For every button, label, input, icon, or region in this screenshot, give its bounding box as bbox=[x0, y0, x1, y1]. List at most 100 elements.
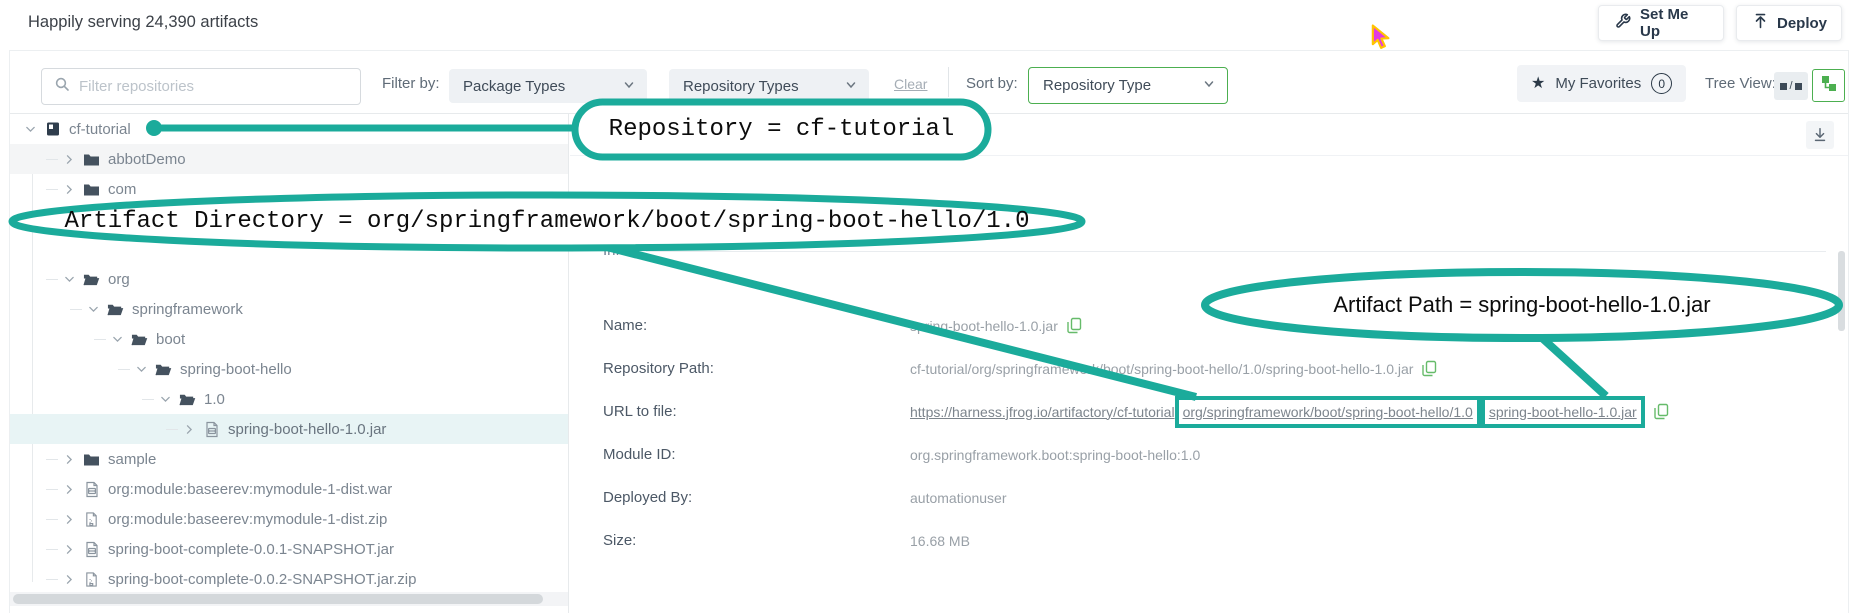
tree-connector bbox=[46, 579, 58, 580]
search-input[interactable] bbox=[79, 78, 348, 95]
repository-types-dropdown[interactable]: Repository Types bbox=[669, 69, 869, 103]
tree-item-label: spring-boot-complete-0.0.2-SNAPSHOT.jar.… bbox=[108, 571, 416, 588]
chevron-down-icon[interactable] bbox=[85, 301, 101, 317]
repository-tree-panel: cf-tutorial abbotDemo com org springframewor… bbox=[10, 114, 569, 613]
chevron-right-icon[interactable] bbox=[61, 181, 77, 197]
tree-connector bbox=[94, 339, 106, 340]
info-row-value: 16.68 MB bbox=[910, 533, 970, 549]
tree-connector bbox=[46, 489, 58, 490]
tree-item-spring-boot-complete-0.0.1-SNAPSHOT.jar[interactable]: spring-boot-complete-0.0.1-SNAPSHOT.jar bbox=[10, 534, 568, 564]
tree-item-label: org:module:baseerev:mymodule-1-dist.zip bbox=[108, 511, 387, 528]
chevron-right-icon[interactable] bbox=[61, 451, 77, 467]
info-row-value: automationuser bbox=[910, 490, 1007, 506]
value-text: cf-tutorial/org/springframework/boot/spr… bbox=[910, 361, 1413, 377]
info-row-value[interactable]: https://harness.jfrog.io/artifactory/cf-… bbox=[910, 403, 1669, 420]
tree-item-abbotDemo[interactable]: abbotDemo bbox=[10, 144, 568, 174]
tree-item-spring-boot-hello-1.0.jar[interactable]: spring-boot-hello-1.0.jar bbox=[10, 414, 568, 444]
tree-connector bbox=[46, 519, 58, 520]
tree-item-label: spring-boot-complete-0.0.1-SNAPSHOT.jar bbox=[108, 541, 394, 558]
chevron-right-icon[interactable] bbox=[61, 511, 77, 527]
tree-item-label: abbotDemo bbox=[108, 151, 186, 168]
tree-item-com[interactable]: com bbox=[10, 174, 568, 204]
favorites-count-badge: 0 bbox=[1651, 73, 1672, 94]
info-row: Name:spring-boot-hello-1.0.jar bbox=[570, 304, 1848, 347]
tree-connector bbox=[46, 549, 58, 550]
copy-icon[interactable] bbox=[1067, 317, 1082, 334]
sort-value: Repository Type bbox=[1043, 77, 1151, 94]
chevron-down-icon[interactable] bbox=[22, 121, 38, 137]
chevron-down-icon[interactable] bbox=[157, 391, 173, 407]
sort-dropdown[interactable]: Repository Type bbox=[1028, 67, 1228, 104]
info-row-value: cf-tutorial/org/springframework/boot/spr… bbox=[910, 360, 1437, 377]
repository-types-label: Repository Types bbox=[683, 78, 799, 95]
toolbar-divider bbox=[948, 67, 949, 97]
info-row-label: Name: bbox=[603, 317, 910, 334]
info-vertical-scrollbar[interactable] bbox=[1838, 251, 1845, 331]
folder-open-icon bbox=[107, 301, 124, 318]
tree-view-icon bbox=[1819, 74, 1838, 98]
tree-item-org:module:baseerev:mymodule-1-dist.war[interactable]: org:module:baseerev:mymodule-1-dist.war bbox=[10, 474, 568, 504]
tree-item-spring-boot-complete-0.0.2-SNAPSHOT.jar.zip[interactable]: spring-boot-complete-0.0.2-SNAPSHOT.jar.… bbox=[10, 564, 568, 594]
chevron-right-icon[interactable] bbox=[61, 151, 77, 167]
scrollbar-thumb[interactable] bbox=[13, 594, 543, 604]
chevron-right-icon[interactable] bbox=[61, 571, 77, 587]
chevron-right-icon[interactable] bbox=[61, 481, 77, 497]
package-types-label: Package Types bbox=[463, 78, 565, 95]
tree-item-1.0[interactable]: 1.0 bbox=[10, 384, 568, 414]
chevron-right-icon[interactable] bbox=[181, 421, 197, 437]
clear-filters-link[interactable]: Clear bbox=[894, 76, 927, 92]
sort-by-label: Sort by: bbox=[966, 75, 1018, 92]
tree-horizontal-scrollbar[interactable] bbox=[10, 592, 568, 606]
info-section-rule bbox=[646, 251, 1826, 252]
jar-icon bbox=[83, 541, 100, 558]
filter-toolbar: Filter by: Package Types Repository Type… bbox=[10, 51, 1848, 114]
info-rows: Name:spring-boot-hello-1.0.jarRepository… bbox=[570, 304, 1848, 562]
zip-icon bbox=[83, 511, 100, 528]
copy-icon[interactable] bbox=[1422, 360, 1437, 377]
my-favorites-button[interactable]: ★ My Favorites 0 bbox=[1517, 65, 1686, 102]
package-types-dropdown[interactable]: Package Types bbox=[449, 69, 647, 103]
tree-item-label: org:module:baseerev:mymodule-1-dist.war bbox=[108, 481, 392, 498]
tree-item-label: 1.0 bbox=[204, 391, 225, 408]
deploy-label: Deploy bbox=[1777, 15, 1827, 32]
tree-item-label: cf-tutorial bbox=[69, 121, 131, 138]
copy-icon[interactable] bbox=[1654, 403, 1669, 420]
tree-row-spacer bbox=[10, 204, 568, 234]
download-button[interactable] bbox=[1806, 121, 1834, 149]
tree-item-cf-tutorial[interactable]: cf-tutorial bbox=[10, 114, 568, 144]
repo-icon bbox=[44, 121, 61, 138]
chevron-right-icon[interactable] bbox=[61, 541, 77, 557]
tree-connector bbox=[46, 159, 58, 160]
tree-view-toggle-button[interactable] bbox=[1812, 69, 1845, 102]
chevron-down-icon[interactable] bbox=[61, 271, 77, 287]
tree-item-org[interactable]: org bbox=[10, 264, 568, 294]
my-favorites-label: My Favorites bbox=[1555, 75, 1641, 92]
search-icon bbox=[54, 76, 70, 97]
info-row: Module ID:org.springframework.boot:sprin… bbox=[570, 433, 1848, 476]
tree-item-label: sample bbox=[108, 451, 156, 468]
info-row: URL to file:https://harness.jfrog.io/art… bbox=[570, 390, 1848, 433]
tree-item-sample[interactable]: sample bbox=[10, 444, 568, 474]
tree-connector bbox=[166, 429, 178, 430]
tree-connector bbox=[46, 459, 58, 460]
deploy-button[interactable]: Deploy bbox=[1736, 5, 1842, 41]
tree-item-spring-boot-hello[interactable]: spring-boot-hello bbox=[10, 354, 568, 384]
info-row-label: Deployed By: bbox=[603, 489, 910, 506]
tree-item-boot[interactable]: boot bbox=[10, 324, 568, 354]
tree-item-label: com bbox=[108, 181, 136, 198]
folder-open-icon bbox=[131, 331, 148, 348]
serving-status-text: Happily serving 24,390 artifacts bbox=[28, 13, 258, 32]
set-me-up-button[interactable]: Set Me Up bbox=[1598, 5, 1724, 41]
tree-item-springframework[interactable]: springframework bbox=[10, 294, 568, 324]
tree-item-label: springframework bbox=[132, 301, 243, 318]
chevron-down-icon[interactable] bbox=[133, 361, 149, 377]
chevron-down-icon[interactable] bbox=[109, 331, 125, 347]
tree-view-label: Tree View: bbox=[1705, 75, 1776, 92]
value-text[interactable]: https://harness.jfrog.io/artifactory/cf-… bbox=[910, 404, 1175, 420]
filter-by-label: Filter by: bbox=[382, 75, 440, 92]
flat-view-toggle-button[interactable]: / bbox=[1774, 72, 1808, 100]
highlighted-url-segment[interactable]: org/springframework/boot/spring-boot-hel… bbox=[1175, 396, 1481, 428]
highlighted-url-segment[interactable]: spring-boot-hello-1.0.jar bbox=[1481, 396, 1645, 428]
chevron-down-icon bbox=[845, 78, 857, 95]
tree-item-org:module:baseerev:mymodule-1-dist.zip[interactable]: org:module:baseerev:mymodule-1-dist.zip bbox=[10, 504, 568, 534]
